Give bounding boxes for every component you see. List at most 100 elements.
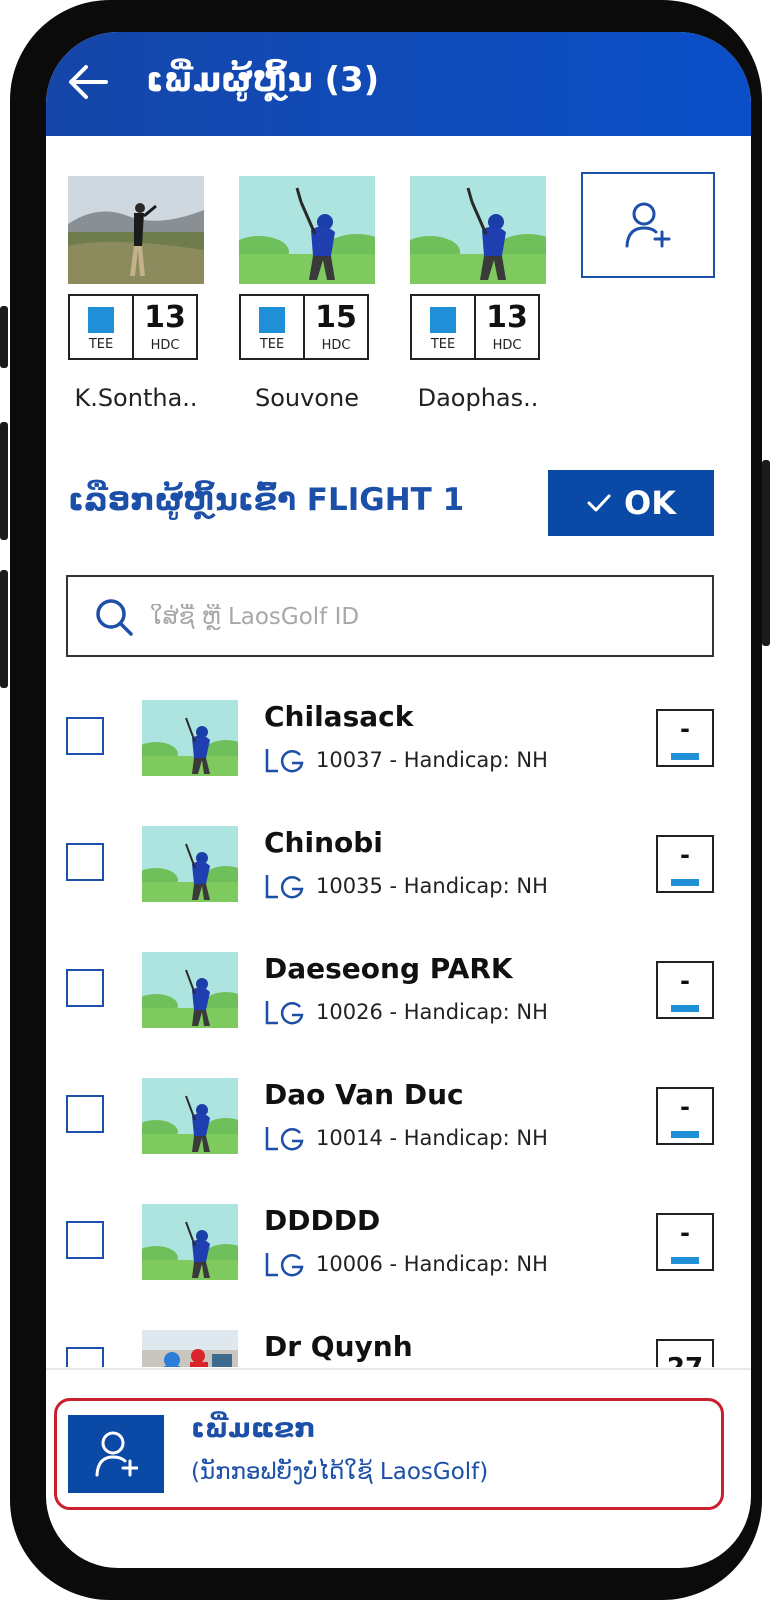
tee-indicator: TEE bbox=[241, 296, 305, 358]
tee-hdc-box: TEE 15 HDC bbox=[239, 294, 369, 360]
player-thumbnail bbox=[142, 826, 238, 902]
select-checkbox[interactable] bbox=[66, 969, 104, 1007]
handicap-box: 27 bbox=[656, 1339, 714, 1367]
app-header: ເພີ່ມຜູ້ຫຼິ້ນ (3) bbox=[46, 32, 751, 136]
handicap-box: - bbox=[656, 1087, 714, 1145]
player-name: Daeseong PARK bbox=[264, 952, 513, 985]
tee-color-bar bbox=[671, 753, 699, 760]
tee-color-bar bbox=[671, 879, 699, 886]
selected-player[interactable]: TEE 15 HDC Souvone bbox=[239, 176, 375, 412]
player-thumbnail bbox=[142, 1330, 238, 1367]
tee-color-swatch bbox=[259, 306, 285, 333]
player-thumbnail bbox=[142, 1078, 238, 1154]
page-title: ເພີ່ມຜູ້ຫຼິ້ນ (3) bbox=[146, 60, 380, 100]
player-thumbnail bbox=[142, 700, 238, 776]
tee-hdc-box: TEE 13 HDC bbox=[410, 294, 540, 360]
handicap-value: - bbox=[680, 841, 690, 869]
player-thumbnail bbox=[142, 952, 238, 1028]
select-checkbox[interactable] bbox=[66, 843, 104, 881]
hdc-indicator: 13 HDC bbox=[476, 296, 538, 358]
handicap-value: - bbox=[680, 1093, 690, 1121]
add-guest-subtitle: (ນັກກອຟຍັງບໍ່ໄດ້ໃຊ້ LaosGolf) bbox=[191, 1459, 489, 1485]
hdc-label: HDC bbox=[321, 337, 351, 353]
tee-indicator: TEE bbox=[412, 296, 476, 358]
check-icon bbox=[587, 494, 611, 512]
list-item[interactable]: Chinobi 10035 - Handicap: NH - bbox=[46, 813, 751, 923]
laosgolf-logo-icon bbox=[265, 1001, 304, 1025]
laosgolf-logo-icon bbox=[265, 875, 304, 899]
phone-side-button bbox=[0, 422, 8, 540]
tee-label: TEE bbox=[259, 336, 285, 352]
laosgolf-logo-icon bbox=[265, 1127, 304, 1151]
add-user-icon bbox=[625, 202, 671, 248]
select-checkbox[interactable] bbox=[66, 1347, 104, 1367]
handicap-box: - bbox=[656, 709, 714, 767]
hdc-label: HDC bbox=[150, 337, 180, 353]
handicap-value: - bbox=[680, 1219, 690, 1247]
player-photo bbox=[68, 176, 204, 284]
phone-side-button bbox=[0, 570, 8, 688]
ok-label: OK bbox=[624, 484, 676, 522]
player-photo bbox=[239, 176, 375, 284]
player-name: Dr Quynh bbox=[264, 1330, 413, 1363]
tee-color-swatch bbox=[430, 306, 456, 333]
search-input[interactable] bbox=[148, 595, 692, 639]
tee-color-bar bbox=[671, 1131, 699, 1138]
list-item[interactable]: Dao Van Duc 10014 - Handicap: NH - bbox=[46, 1065, 751, 1175]
player-name: Dao Van Duc bbox=[264, 1078, 464, 1111]
hdc-indicator: 13 HDC bbox=[134, 296, 196, 358]
select-checkbox[interactable] bbox=[66, 717, 104, 755]
player-name: Daophas.. bbox=[417, 384, 539, 412]
player-name: Chinobi bbox=[264, 826, 383, 859]
player-info: 10037 - Handicap: NH bbox=[264, 747, 548, 773]
hdc-value: 13 bbox=[486, 299, 528, 335]
add-player-button[interactable] bbox=[581, 172, 715, 278]
handicap-box: - bbox=[656, 835, 714, 893]
arrow-left-icon[interactable] bbox=[66, 62, 110, 102]
list-item[interactable]: Chilasack 10037 - Handicap: NH - bbox=[46, 687, 751, 797]
tee-label: TEE bbox=[430, 336, 456, 352]
search-icon bbox=[96, 599, 133, 636]
player-info: 10006 - Handicap: NH bbox=[264, 1251, 548, 1277]
handicap-value: - bbox=[680, 967, 690, 995]
ok-button[interactable]: OK bbox=[548, 470, 714, 536]
list-item[interactable]: DDDDD 10006 - Handicap: NH - bbox=[46, 1191, 751, 1301]
player-name: Souvone bbox=[255, 384, 359, 412]
player-id-handicap: 10006 - Handicap: NH bbox=[316, 1252, 548, 1276]
add-guest-title: ເພີ່ມແຂກ bbox=[191, 1413, 316, 1444]
player-photo bbox=[410, 176, 546, 284]
handicap-box: - bbox=[656, 1213, 714, 1271]
handicap-value: 27 bbox=[667, 1353, 703, 1367]
player-name: Chilasack bbox=[264, 700, 414, 733]
selected-player[interactable]: TEE 13 HDC Daophas.. bbox=[410, 176, 546, 412]
add-guest-button[interactable]: ເພີ່ມແຂກ (ນັກກອຟຍັງບໍ່ໄດ້ໃຊ້ LaosGolf) bbox=[54, 1398, 724, 1510]
select-checkbox[interactable] bbox=[66, 1221, 104, 1259]
hdc-value: 13 bbox=[144, 299, 186, 335]
player-list: Chilasack 10037 - Handicap: NH - Chinobi… bbox=[46, 687, 751, 1367]
add-guest-icon-box bbox=[68, 1415, 164, 1493]
hdc-value: 15 bbox=[315, 299, 357, 335]
list-item[interactable]: Daeseong PARK 10026 - Handicap: NH - bbox=[46, 939, 751, 1049]
section-title: ເລືອກຜູ້ຫຼິ້ນເຂົ້າ FLIGHT 1 bbox=[68, 482, 465, 518]
search-box bbox=[66, 575, 714, 657]
hdc-indicator: 15 HDC bbox=[305, 296, 367, 358]
list-item[interactable]: Dr Quynh 27 bbox=[46, 1317, 751, 1367]
add-user-icon bbox=[95, 1431, 138, 1477]
player-id-handicap: 10037 - Handicap: NH bbox=[316, 748, 548, 772]
tee-color-bar bbox=[671, 1005, 699, 1012]
selected-player[interactable]: TEE 13 HDC K.Sontha.. bbox=[68, 176, 204, 412]
player-name: DDDDD bbox=[264, 1204, 381, 1237]
select-checkbox[interactable] bbox=[66, 1095, 104, 1133]
player-id-handicap: 10014 - Handicap: NH bbox=[316, 1126, 548, 1150]
tee-color-bar bbox=[671, 1257, 699, 1264]
phone-side-button bbox=[0, 306, 8, 368]
laosgolf-logo-icon bbox=[265, 1253, 304, 1277]
tee-hdc-box: TEE 13 HDC bbox=[68, 294, 198, 360]
player-info: 10026 - Handicap: NH bbox=[264, 999, 548, 1025]
player-id-handicap: 10026 - Handicap: NH bbox=[316, 1000, 548, 1024]
tee-color-swatch bbox=[88, 306, 114, 333]
phone-side-button bbox=[762, 460, 770, 646]
player-id-handicap: 10035 - Handicap: NH bbox=[316, 874, 548, 898]
player-thumbnail bbox=[142, 1204, 238, 1280]
hdc-label: HDC bbox=[492, 337, 522, 353]
